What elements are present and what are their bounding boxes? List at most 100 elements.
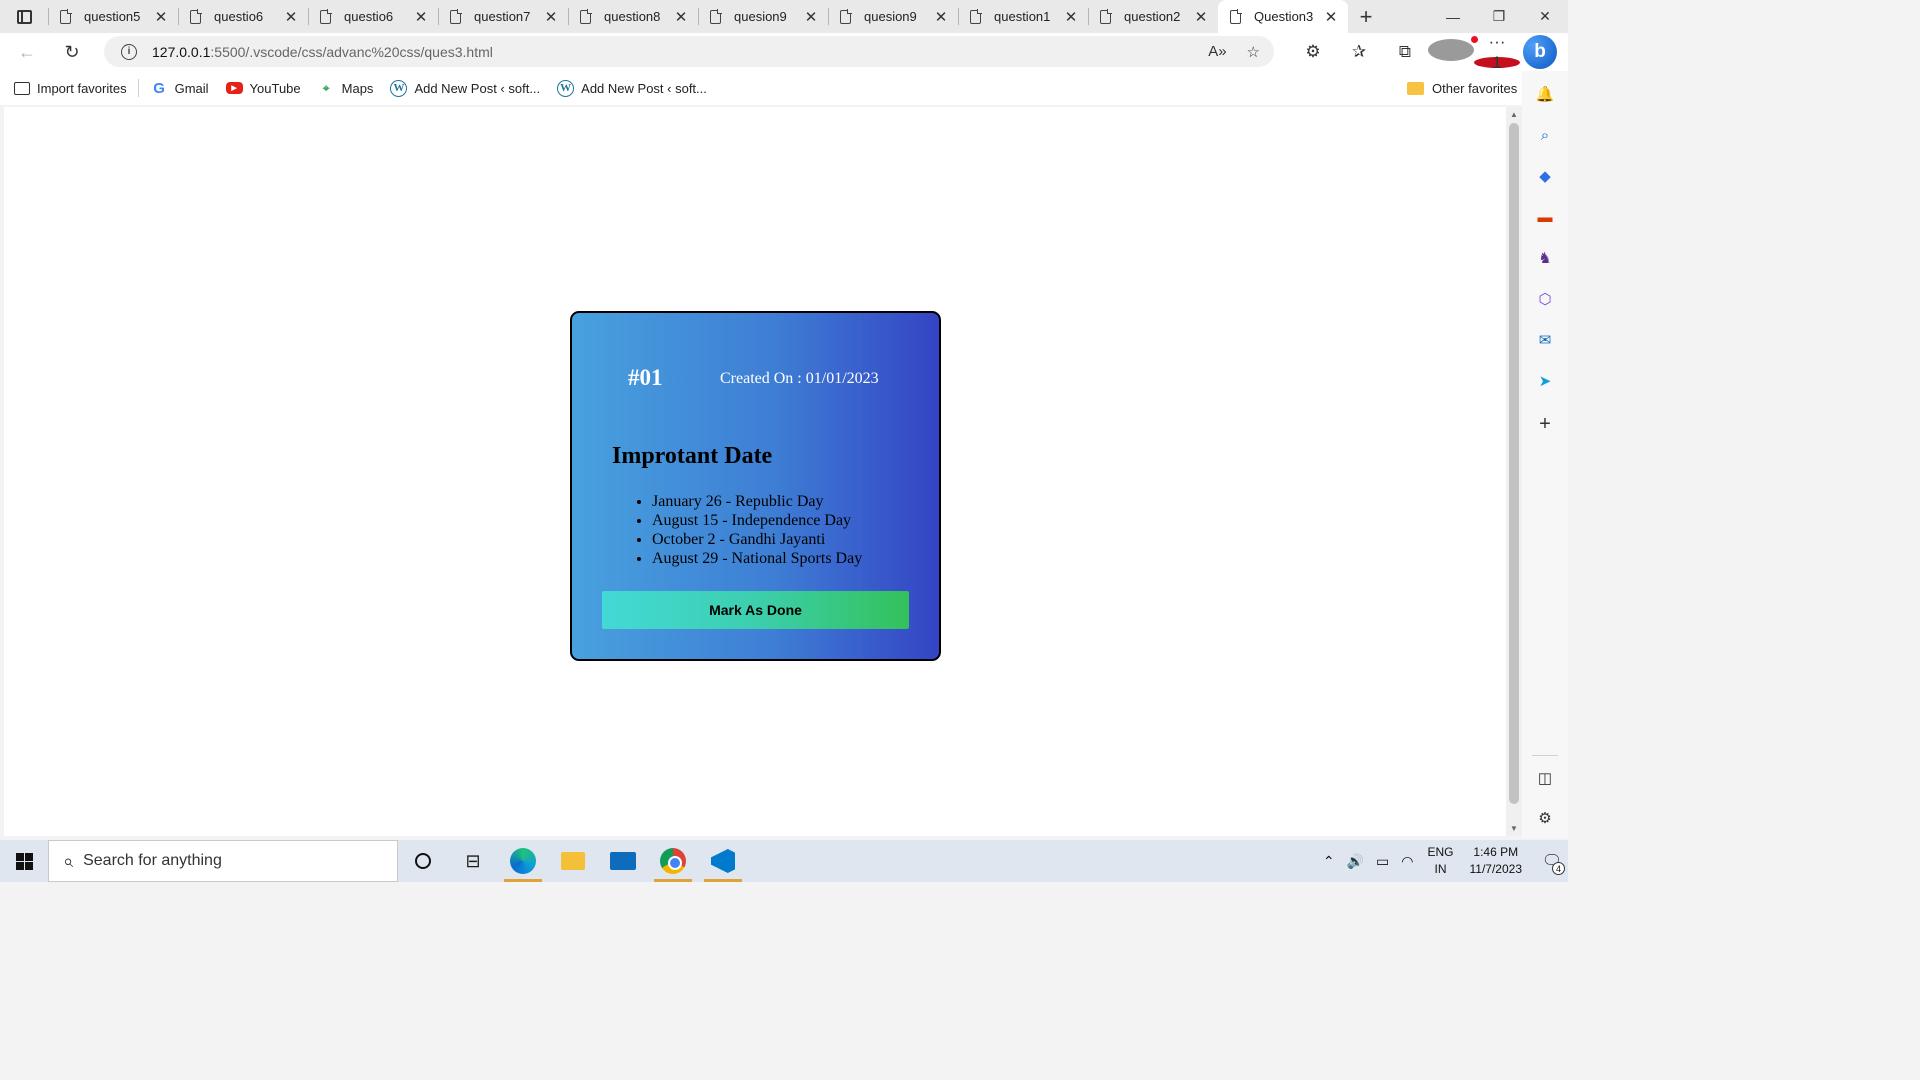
- favorites-icon[interactable]: ✰: [1336, 42, 1382, 62]
- restore-button[interactable]: ❐: [1476, 0, 1522, 33]
- language-code: ENG: [1427, 845, 1454, 859]
- search-icon[interactable]: ⌕: [1536, 126, 1554, 144]
- taskbar-mail[interactable]: [598, 840, 648, 882]
- refresh-button[interactable]: ↻: [54, 34, 90, 70]
- tab[interactable]: quesion9 ✕: [698, 0, 828, 33]
- close-tab-icon[interactable]: ✕: [804, 8, 818, 26]
- taskbar-search[interactable]: ⌕ Search for anything: [48, 840, 398, 882]
- close-tab-icon[interactable]: ✕: [154, 8, 168, 26]
- outlook-icon[interactable]: ✉: [1536, 331, 1554, 349]
- cortana-button[interactable]: [398, 840, 448, 882]
- close-window-button[interactable]: ✕: [1522, 0, 1568, 33]
- settings-more-button[interactable]: ··· 1: [1474, 32, 1520, 72]
- close-tab-icon[interactable]: ✕: [674, 8, 688, 26]
- tab-title: question7: [474, 9, 531, 24]
- bing-chat-icon[interactable]: b: [1523, 35, 1557, 69]
- close-tab-icon[interactable]: ✕: [1194, 8, 1208, 26]
- taskbar-edge[interactable]: [498, 840, 548, 882]
- favorite-maps[interactable]: ⌖ Maps: [318, 80, 374, 97]
- wordpress-icon: W: [390, 79, 408, 97]
- games-icon[interactable]: ♞: [1536, 249, 1554, 267]
- tools-icon[interactable]: ▬: [1536, 208, 1554, 226]
- battery-icon[interactable]: ▭: [1376, 853, 1389, 870]
- tab-actions-button[interactable]: [0, 0, 48, 33]
- site-info-icon[interactable]: i: [121, 43, 137, 60]
- collections-icon[interactable]: ⧉: [1382, 42, 1428, 62]
- tab[interactable]: questio6 ✕: [308, 0, 438, 33]
- language-indicator[interactable]: ENG IN: [1427, 844, 1453, 878]
- task-view-button[interactable]: ⊟: [448, 840, 498, 882]
- sidebar-toggle-icon[interactable]: ◫: [1536, 769, 1554, 787]
- url-host: 127.0.0.1: [152, 43, 211, 60]
- tab[interactable]: question5 ✕: [48, 0, 178, 33]
- card-id: #01: [628, 365, 663, 390]
- microsoft365-icon[interactable]: ⬡: [1536, 290, 1554, 308]
- url-field[interactable]: i 127.0.0.1:5500/.vscode/css/advanc%20cs…: [104, 36, 1274, 67]
- scroll-up-icon[interactable]: ▲: [1510, 110, 1518, 119]
- clock-time: 1:46 PM: [1473, 845, 1519, 859]
- tab[interactable]: quesion9 ✕: [828, 0, 958, 33]
- extensions-icon[interactable]: ⚙: [1290, 42, 1336, 62]
- start-button[interactable]: [0, 852, 48, 870]
- chevron-up-icon[interactable]: ⌃: [1323, 853, 1335, 870]
- sidebar-settings-icon[interactable]: ⚙: [1536, 809, 1554, 827]
- mark-as-done-button[interactable]: Mark As Done: [602, 591, 909, 629]
- sidebar-divider: [1532, 755, 1558, 756]
- favorite-import[interactable]: Import favorites: [14, 81, 127, 96]
- favorite-youtube[interactable]: ▶ YouTube: [225, 81, 301, 96]
- volume-icon[interactable]: 🔊: [1347, 853, 1364, 870]
- favorite-label: Gmail: [174, 80, 209, 96]
- tab-title: quesion9: [734, 9, 787, 24]
- tab[interactable]: question1 ✕: [958, 0, 1088, 33]
- scrollbar-thumb[interactable]: [1509, 123, 1519, 804]
- tab[interactable]: question7 ✕: [438, 0, 568, 33]
- back-button[interactable]: ←: [9, 34, 45, 70]
- favorite-label: Add New Post ‹ soft...: [414, 80, 541, 96]
- notification-center-button[interactable]: 🗨 4: [1536, 840, 1568, 882]
- taskbar-chrome[interactable]: [648, 840, 698, 882]
- clock[interactable]: 1:46 PM 11/7/2023: [1470, 844, 1523, 878]
- close-tab-icon[interactable]: ✕: [1324, 8, 1338, 26]
- taskbar-vscode[interactable]: [698, 840, 748, 882]
- tab[interactable]: questio6 ✕: [178, 0, 308, 33]
- favorite-label: Maps: [341, 80, 374, 96]
- close-tab-icon[interactable]: ✕: [414, 8, 428, 26]
- favorite-gmail[interactable]: G Gmail: [151, 80, 209, 97]
- wifi-icon[interactable]: ◠: [1401, 853, 1413, 870]
- send-icon[interactable]: ➤: [1536, 372, 1554, 390]
- add-sidebar-app-icon[interactable]: +: [1536, 413, 1554, 435]
- url-text[interactable]: 127.0.0.1:5500/.vscode/css/advanc%20css/…: [152, 44, 493, 60]
- tab-active[interactable]: Question3 ✕: [1218, 0, 1348, 33]
- bell-icon[interactable]: 🔔: [1536, 85, 1555, 103]
- tab[interactable]: question8 ✕: [568, 0, 698, 33]
- tab-actions-icon: [16, 9, 32, 24]
- add-favorite-icon[interactable]: ☆: [1247, 43, 1260, 61]
- tab-list: question5 ✕ questio6 ✕ questio6 ✕ question7…: [48, 0, 1348, 33]
- profile-button[interactable]: [1428, 35, 1478, 66]
- close-tab-icon[interactable]: ✕: [1064, 8, 1078, 26]
- close-tab-icon[interactable]: ✕: [284, 8, 298, 26]
- tab[interactable]: question2 ✕: [1088, 0, 1218, 33]
- taskbar-file-explorer[interactable]: [548, 840, 598, 882]
- shopping-icon[interactable]: ◆: [1536, 167, 1554, 185]
- close-tab-icon[interactable]: ✕: [544, 8, 558, 26]
- favorite-wordpress-2[interactable]: W Add New Post ‹ soft...: [557, 79, 707, 97]
- system-tray: ⌃ 🔊 ▭ ◠ ENG IN 1:46 PM 11/7/2023 🗨 4: [1317, 840, 1568, 882]
- dates-list: January 26 - Republic Day August 15 - In…: [652, 492, 862, 568]
- close-tab-icon[interactable]: ✕: [934, 8, 948, 26]
- page-icon: [710, 9, 722, 24]
- list-item: October 2 - Gandhi Jayanti: [652, 530, 862, 549]
- other-favorites[interactable]: Other favorites: [1407, 71, 1517, 105]
- window-controls: — ❐ ✕: [1430, 0, 1568, 33]
- scroll-down-icon[interactable]: ▼: [1510, 824, 1518, 833]
- new-tab-button[interactable]: +: [1348, 0, 1384, 33]
- minimize-button[interactable]: —: [1430, 0, 1476, 33]
- taskbar: ⌕ Search for anything ⊟ ⌃ 🔊 ▭ ◠ ENG IN 1:…: [0, 840, 1568, 882]
- list-item: January 26 - Republic Day: [652, 492, 862, 511]
- mail-icon: [610, 852, 636, 870]
- clock-date: 11/7/2023: [1469, 862, 1523, 876]
- page-icon: [1100, 9, 1112, 24]
- favorite-wordpress-1[interactable]: W Add New Post ‹ soft...: [390, 79, 541, 97]
- read-aloud-icon[interactable]: A»: [1208, 43, 1226, 61]
- page-scrollbar[interactable]: ▲ ▼: [1506, 107, 1522, 836]
